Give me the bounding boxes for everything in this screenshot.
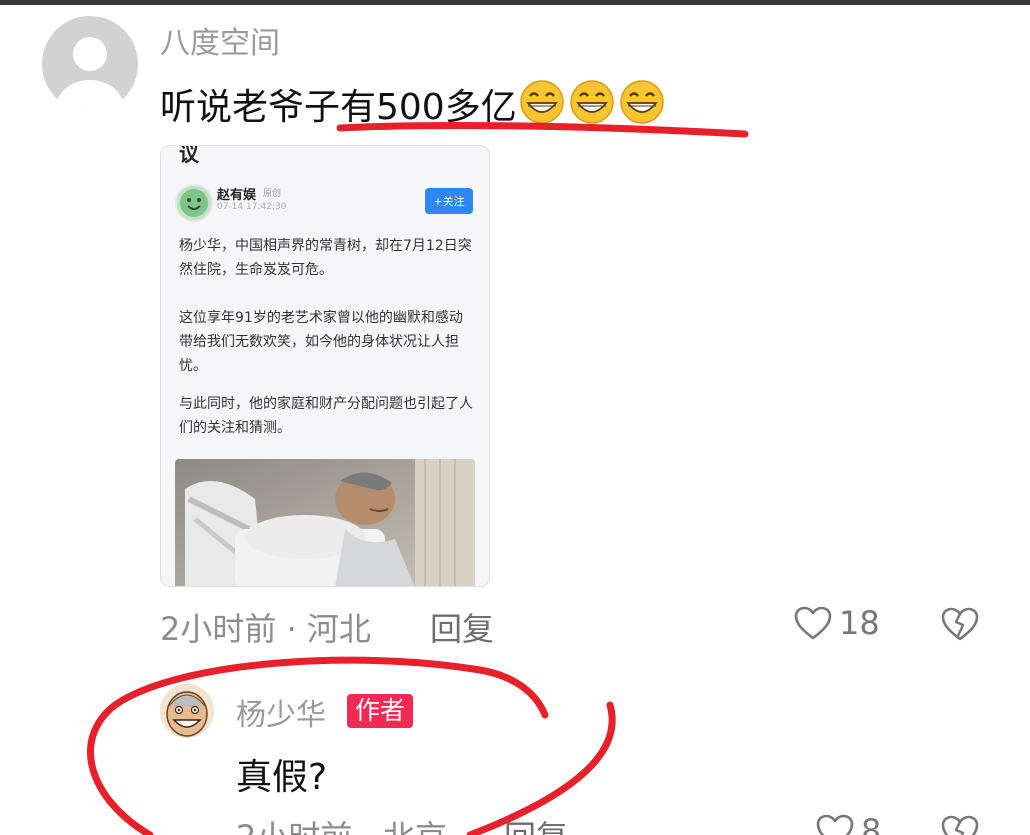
heart-outline-icon (794, 606, 832, 640)
card-paragraph: 与此同时，他的家庭和财产分配问题也引起了人们的关注和猜测。 (179, 396, 473, 436)
caricature-avatar-icon (160, 684, 214, 738)
dislike-button[interactable] (940, 812, 980, 835)
comment-username[interactable]: 杨少华 (236, 690, 326, 734)
card-timestamp: 07-14 17:42:30 (217, 202, 287, 212)
card-paragraph: 杨少华，中国相声界的常青树，却在7月12日突然住院，生命岌岌可危。 (179, 238, 472, 278)
default-avatar-icon (56, 37, 124, 112)
emoji-group (519, 79, 665, 125)
comment-thread: 八度空间 听说老爷子有500多亿 议 赵有娱 原创 07-14 17:42:30… (0, 0, 1030, 835)
card-photo (175, 459, 475, 586)
comment-meta: 2小时前 · 河北 (160, 610, 371, 648)
card-follow-button: +关注 (425, 188, 473, 214)
heart-outline-icon (816, 814, 854, 835)
like-button[interactable]: 8 (815, 812, 881, 835)
like-count: 8 (861, 812, 882, 835)
reply-button[interactable]: 回复 (504, 812, 568, 835)
grin-emoji-icon (619, 80, 664, 124)
like-button[interactable]: 18 (793, 604, 880, 642)
attached-image[interactable]: 议 赵有娱 原创 07-14 17:42:30 +关注 杨少华，中国相声界的常青… (160, 145, 490, 587)
comment-text-content: 听说老爷子有500多亿 (160, 87, 517, 128)
comment-meta: 2小时前 · 北京 (236, 812, 447, 835)
dislike-button[interactable] (940, 604, 980, 644)
card-author-name: 赵有娱 (217, 188, 257, 203)
card-paragraph: 这位享年91岁的老艺术家曾以他的幽默和感动带给我们无数欢笑，如今他的身体状况让人… (179, 310, 463, 374)
avatar[interactable] (42, 16, 138, 112)
author-badge: 作者 (347, 694, 414, 728)
comment-username[interactable]: 八度空间 (160, 18, 280, 62)
comment-text: 听说老爷子有500多亿 (160, 78, 665, 130)
smile-avatar-icon (180, 189, 208, 217)
top-divider (0, 0, 1030, 5)
broken-heart-icon (941, 815, 979, 835)
broken-heart-icon (941, 607, 979, 641)
hospital-photo-illustration (175, 459, 475, 586)
red-circle-stroke (87, 656, 616, 835)
card-cut-title: 议 (179, 145, 199, 166)
avatar[interactable] (160, 684, 214, 738)
like-count: 18 (839, 604, 880, 642)
comment-text: 真假? (236, 757, 328, 798)
card-original-tag: 原创 (263, 189, 282, 199)
grin-emoji-icon (519, 80, 564, 124)
card-author-avatar (175, 184, 213, 222)
grin-emoji-icon (569, 80, 614, 124)
reply-button[interactable]: 回复 (430, 604, 494, 650)
